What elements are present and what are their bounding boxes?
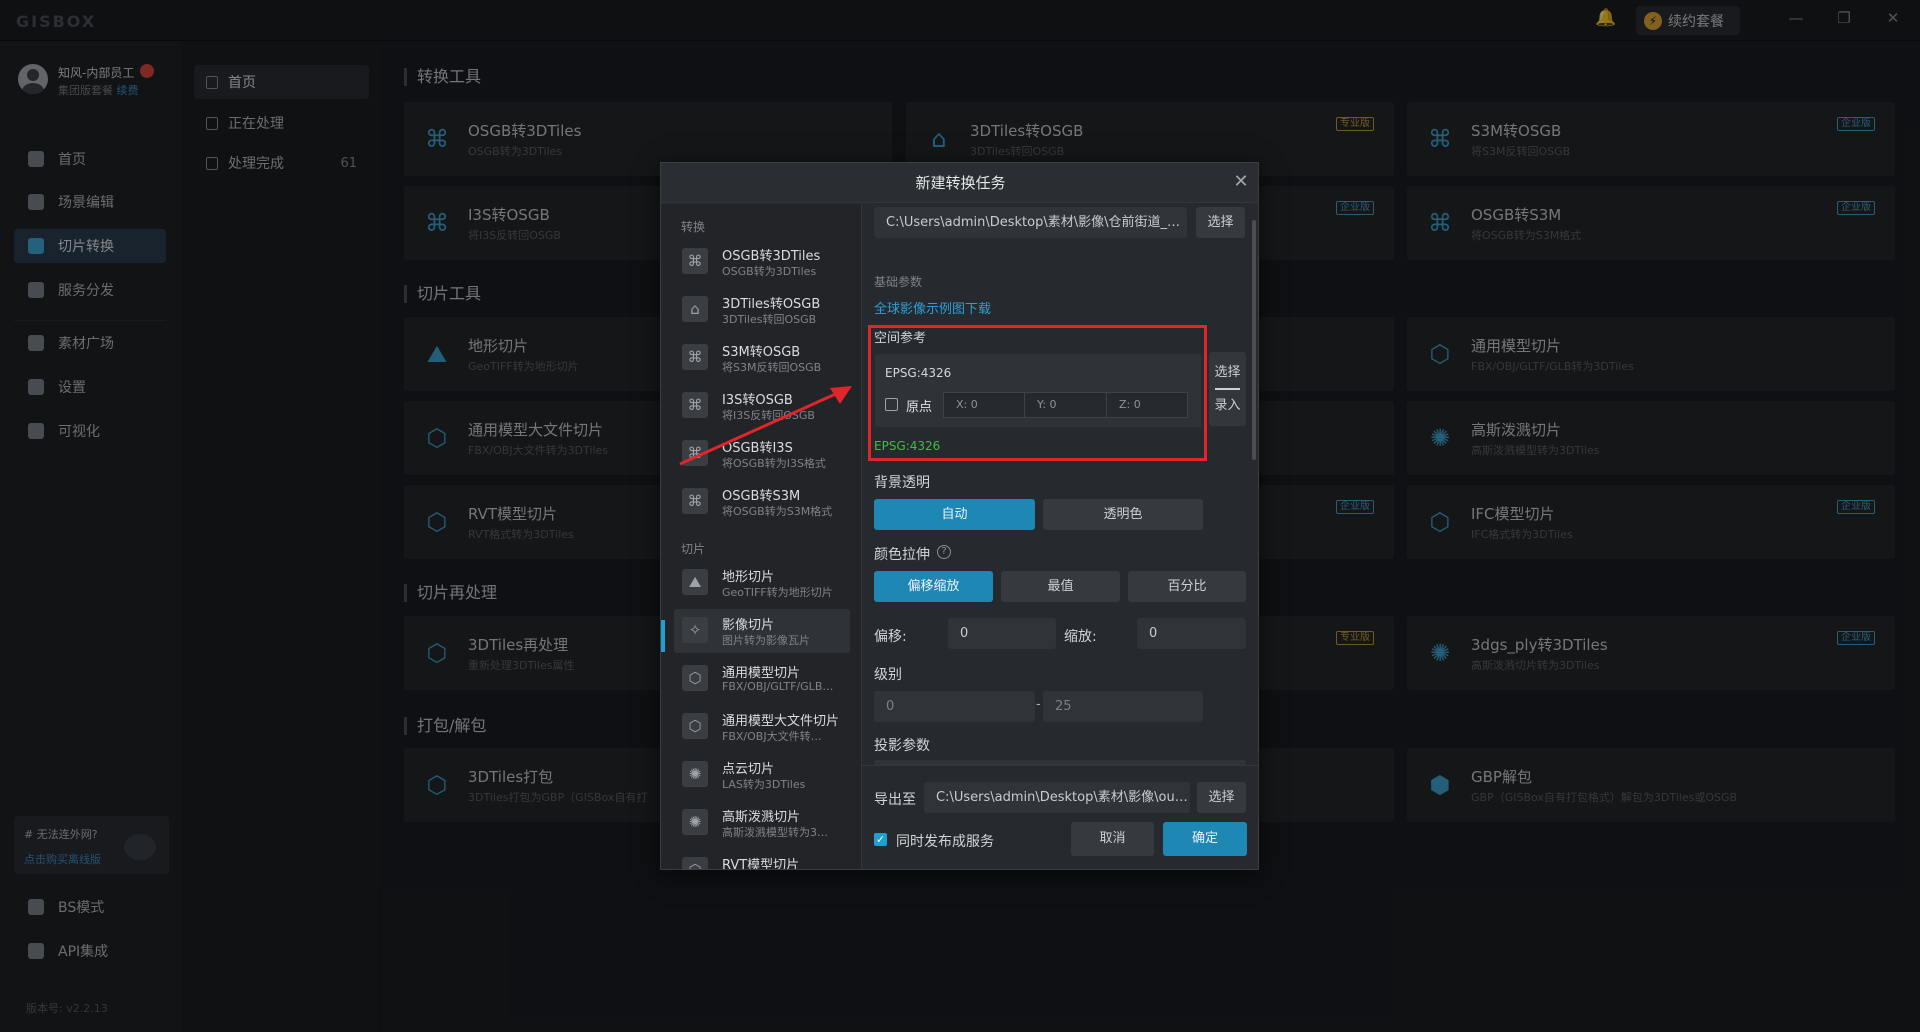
transparent-color-button[interactable]: 透明色 [1043,499,1203,530]
level-dash: - [1036,697,1041,712]
enter-crs-button[interactable]: 录入 [1209,397,1246,414]
task-title: S3M转OSGB [722,345,801,360]
task-title: 影像切片 [722,618,775,633]
category-slice: 切片 [681,542,706,556]
task-title: 点云切片 [722,762,775,777]
cancel-button[interactable]: 取消 [1071,822,1154,856]
select-crs-button[interactable]: 选择 [1209,364,1246,381]
task-item-3dtiles-osgb[interactable]: ⌂ 3DTiles转OSGB 3DTiles转回OSGB [674,288,850,332]
close-icon[interactable]: ✕ [1231,172,1251,192]
drone-icon: ⌘ [682,344,708,370]
highlight-box [868,325,1207,461]
task-subtitle: GeoTIFF转为地形切片 [722,586,833,599]
task-title: 通用模型大文件切片 [722,714,840,729]
task-item-rvt[interactable]: ⬡ RVT模型切片 [674,849,850,870]
task-subtitle: 图片转为影像瓦片 [722,634,810,647]
task-subtitle: OSGB转为3DTiles [722,265,817,278]
task-subtitle: 高斯泼溅模型转为3… [722,826,828,839]
task-item-osgb-3dtiles[interactable]: ⌘ OSGB转3DTiles OSGB转为3DTiles [674,240,850,284]
pointcloud-icon: ✺ [682,761,708,787]
task-title: 3DTiles转OSGB [722,297,821,312]
publish-label: 同时发布成服务 [896,834,994,850]
scale-input[interactable]: 0 [1137,618,1246,649]
footer-divider [862,765,1258,766]
task-subtitle: 将OSGB转为S3M格式 [722,505,833,518]
output-path-field[interactable]: C:\Users\admin\Desktop\素材\影像\out… [924,782,1190,813]
category-convert: 转换 [681,220,706,234]
active-indicator [661,620,665,652]
splat-icon: ✺ [682,809,708,835]
publish-checkbox[interactable]: ✓ [874,833,887,846]
cube-icon: ⬡ [682,713,708,739]
task-title: RVT模型切片 [722,858,800,870]
dialog-title: 新建转换任务 [661,163,1258,203]
percent-button[interactable]: 百分比 [1128,571,1246,602]
select-output-button[interactable]: 选择 [1197,782,1246,813]
export-label: 导出至 [874,792,916,808]
auto-button[interactable]: 自动 [874,499,1035,530]
level-min-input[interactable]: 0 [874,691,1035,722]
annotation-arrow-icon [679,386,852,466]
task-subtitle: FBX/OBJ/GLTF/GLB… [722,680,834,693]
color-stretch-label: 颜色拉伸 [874,547,930,563]
extreme-button[interactable]: 最值 [1001,571,1120,602]
task-subtitle: 将S3M反转回OSGB [722,361,822,374]
offset-input[interactable]: 0 [948,618,1056,649]
scale-label: 缩放: [1064,629,1097,645]
input-path-field[interactable]: C:\Users\admin\Desktop\素材\影像\仓前街道_… [874,207,1187,238]
task-type-list: 转换 ⌘ OSGB转3DTiles OSGB转为3DTiles ⌂ 3DTiles转O… [661,204,862,870]
task-item-imagery[interactable]: ✧ 影像切片 图片转为影像瓦片 [674,609,850,653]
bg-transparent-label: 背景透明 [874,475,930,491]
task-title: 高斯泼溅切片 [722,810,801,825]
scrollbar[interactable] [1252,220,1256,460]
task-title: OSGB转3DTiles [722,249,821,264]
task-item-s3m-osgb[interactable]: ⌘ S3M转OSGB 将S3M反转回OSGB [674,336,850,380]
task-subtitle: LAS转为3DTiles [722,778,806,791]
task-item-gauss[interactable]: ✺ 高斯泼溅切片 高斯泼溅模型转为3… [674,801,850,845]
building-icon: ⌂ [682,296,708,322]
select-input-button[interactable]: 选择 [1196,207,1245,238]
terrain-icon: ⛰ [682,569,708,595]
drone-icon: ⌘ [682,248,708,274]
offset-label: 偏移: [874,629,907,645]
select-enter-group: 选择 录入 [1209,352,1246,426]
task-item-generic-model[interactable]: ⬡ 通用模型切片 FBX/OBJ/GLTF/GLB… [674,657,850,701]
basic-params-label: 基础参数 [874,275,923,289]
confirm-button[interactable]: 确定 [1163,822,1247,856]
task-item-terrain[interactable]: ⛰ 地形切片 GeoTIFF转为地形切片 [674,561,850,605]
help-icon[interactable]: ? [937,545,951,559]
cube-icon: ⬡ [682,665,708,691]
level-max-input[interactable]: 25 [1043,691,1203,722]
projection-label: 投影参数 [874,738,930,754]
offset-scale-button[interactable]: 偏移缩放 [874,571,993,602]
task-subtitle: 3DTiles转回OSGB [722,313,817,326]
level-label: 级别 [874,667,902,683]
task-title: 地形切片 [722,570,775,585]
task-title: OSGB转S3M [722,489,801,504]
task-item-pointcloud[interactable]: ✺ 点云切片 LAS转为3DTiles [674,753,850,797]
global-imagery-link[interactable]: 全球影像示例图下载 [874,298,991,317]
divider [1215,388,1240,390]
cube-icon: ⬡ [682,857,708,869]
task-item-osgb-s3m[interactable]: ⌘ OSGB转S3M 将OSGB转为S3M格式 [674,480,850,524]
task-title: 通用模型切片 [722,666,801,681]
task-item-bigfile[interactable]: ⬡ 通用模型大文件切片 FBX/OBJ大文件转… [674,705,850,749]
drone-icon: ⌘ [682,488,708,514]
satellite-icon: ✧ [682,617,708,643]
task-subtitle: FBX/OBJ大文件转… [722,730,822,743]
